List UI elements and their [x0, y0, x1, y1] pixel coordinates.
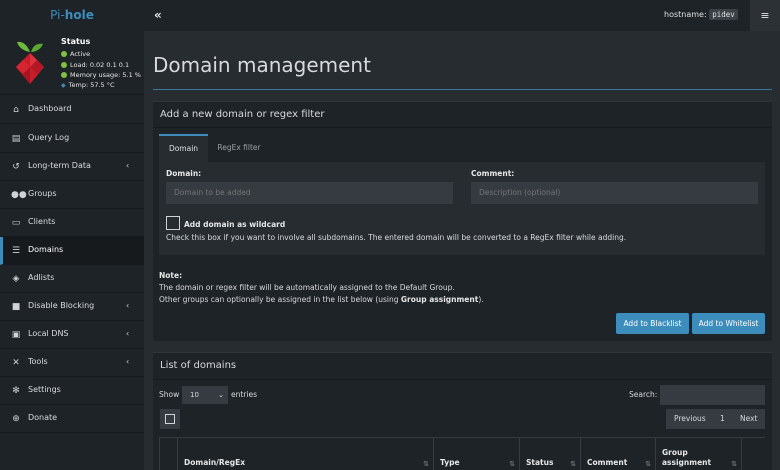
status-active: Active	[61, 50, 90, 58]
list-icon: ☰	[11, 246, 21, 256]
table-header-domain[interactable]: Domain/RegEx ⇅	[177, 438, 433, 470]
pagination: Previous 1 Next	[666, 409, 765, 429]
address-book-icon: ▣	[11, 330, 21, 340]
pager-next[interactable]: Next	[740, 409, 757, 429]
pager-page-1[interactable]: 1	[720, 409, 725, 429]
sidebar-item-query-log[interactable]: ▤ Query Log	[0, 125, 144, 153]
note-line-1: The domain or regex filter will be autom…	[159, 283, 455, 292]
note-title: Note:	[159, 271, 183, 280]
sort-icon: ⇅	[423, 460, 429, 468]
domain-list-box-title: List of domains	[160, 360, 237, 371]
status-memory: Memory usage: 5.1 %	[61, 71, 141, 79]
entries-select[interactable]: 10 ⌄	[182, 386, 228, 404]
add-to-whitelist-button[interactable]: Add to Whitelist	[692, 313, 765, 334]
square-icon	[165, 414, 175, 424]
sidebar-item-long-term-data[interactable]: ↺ Long-term Data ‹	[0, 153, 144, 181]
show-label: Show	[159, 390, 180, 399]
entries-label: entries	[231, 390, 257, 399]
chevron-down-icon: ⌄	[218, 391, 224, 399]
table-header-select	[159, 438, 177, 470]
shield-icon: ◈	[12, 274, 20, 284]
sidebar-item-settings[interactable]: ✻ Settings	[0, 377, 144, 405]
home-icon: ⌂	[13, 105, 19, 115]
search-label: Search:	[629, 390, 658, 399]
search-input[interactable]	[660, 385, 765, 405]
table-header-group-assignment[interactable]: Group assignment ⇅	[655, 438, 741, 470]
pihole-logo-icon	[16, 41, 44, 84]
chevron-left-icon: ‹	[126, 301, 130, 310]
hostname-label: hostname:	[664, 10, 707, 19]
title-divider	[153, 89, 772, 90]
sort-icon: ⇅	[509, 460, 515, 468]
chevron-left-icon: ‹	[126, 161, 130, 170]
table-header-type[interactable]: Type ⇅	[433, 438, 519, 470]
hostname-display: hostname: pidev	[664, 9, 738, 20]
wildcard-label: Add domain as wildcard	[184, 220, 286, 229]
pager-previous[interactable]: Previous	[674, 409, 706, 429]
table-header-row: Domain/RegEx ⇅ Type ⇅ Status ⇅ Comment ⇅…	[159, 437, 765, 470]
page-title: Domain management	[153, 53, 371, 77]
status-temp: ◆ Temp: 57.5 °C	[61, 81, 115, 89]
sidebar-item-donate[interactable]: ⊕ Donate	[0, 405, 144, 433]
sidebar: Status Active Load: 0.02 0.1 0.1 Memory …	[0, 31, 144, 470]
sidebar-item-domains[interactable]: ☰ Domains	[0, 237, 144, 265]
sort-icon: ⇅	[731, 460, 737, 468]
table-header-actions	[741, 438, 765, 470]
table-header-comment[interactable]: Comment ⇅	[580, 438, 655, 470]
laptop-icon: ▭	[11, 218, 21, 228]
domain-label: Domain:	[166, 169, 202, 178]
add-to-blacklist-button[interactable]: Add to Blacklist	[616, 313, 689, 334]
select-all-button[interactable]	[160, 409, 180, 429]
comment-input[interactable]	[471, 182, 758, 204]
hostname-value: pidev	[709, 9, 738, 20]
wildcard-checkbox[interactable]	[166, 216, 180, 230]
domain-input[interactable]	[166, 182, 453, 204]
stop-icon: ■	[11, 302, 21, 312]
donate-icon: ⊕	[12, 414, 20, 424]
chevron-left-icon: ‹	[126, 357, 130, 366]
add-domain-box-title: Add a new domain or regex filter	[160, 109, 325, 120]
users-icon: ●●	[11, 190, 27, 200]
thermometer-icon: ◆	[61, 82, 66, 89]
note-line-2: Other groups can optionally be assigned …	[159, 295, 484, 304]
status-load: Load: 0.02 0.1 0.1	[61, 61, 129, 69]
sidebar-item-groups[interactable]: ●● Groups	[0, 181, 144, 209]
sidebar-item-tools[interactable]: ✕ Tools ‹	[0, 349, 144, 377]
chevron-left-icon: ‹	[126, 329, 130, 338]
brand-prefix: Pi-	[50, 8, 65, 22]
box-header-divider	[153, 127, 772, 128]
status-dot-icon	[61, 51, 67, 57]
file-icon: ▤	[11, 134, 21, 144]
sidebar-item-clients[interactable]: ▭ Clients	[0, 209, 144, 237]
sidebar-toggle-icon[interactable]: «	[154, 8, 162, 22]
comment-label: Comment:	[471, 169, 515, 178]
box-header-divider	[153, 379, 772, 380]
wrench-icon: ✕	[12, 358, 20, 368]
tab-domain[interactable]: Domain	[159, 134, 208, 162]
wildcard-help-text: Check this box if you want to involve al…	[166, 233, 627, 242]
sidebar-item-local-dns[interactable]: ▣ Local DNS ‹	[0, 321, 144, 349]
sort-icon: ⇅	[570, 460, 576, 468]
sort-icon: ⇅	[645, 460, 651, 468]
brand-name: hole	[64, 8, 94, 22]
add-domain-tabs: Domain RegEx filter Domain: Comment: Add…	[159, 134, 765, 255]
memory-dot-icon	[61, 72, 67, 78]
brand-logo-link[interactable]: Pi-hole	[0, 0, 144, 31]
sidebar-item-disable-blocking[interactable]: ■ Disable Blocking ‹	[0, 293, 144, 321]
sidebar-item-dashboard[interactable]: ⌂ Dashboard	[0, 96, 144, 124]
sidebar-item-adlists[interactable]: ◈ Adlists	[0, 265, 144, 293]
menu-bars-icon[interactable]: ≡	[750, 0, 780, 31]
load-dot-icon	[61, 62, 67, 68]
status-panel: Status Active Load: 0.02 0.1 0.1 Memory …	[0, 31, 144, 95]
table-header-status[interactable]: Status ⇅	[519, 438, 580, 470]
top-navbar: Pi-hole « hostname: pidev ≡	[0, 0, 780, 31]
gear-icon: ✻	[12, 386, 20, 396]
status-title: Status	[61, 37, 91, 46]
history-icon: ↺	[12, 162, 20, 172]
tab-regex-filter[interactable]: RegEx filter	[209, 134, 269, 162]
entries-value: 10	[190, 391, 199, 399]
